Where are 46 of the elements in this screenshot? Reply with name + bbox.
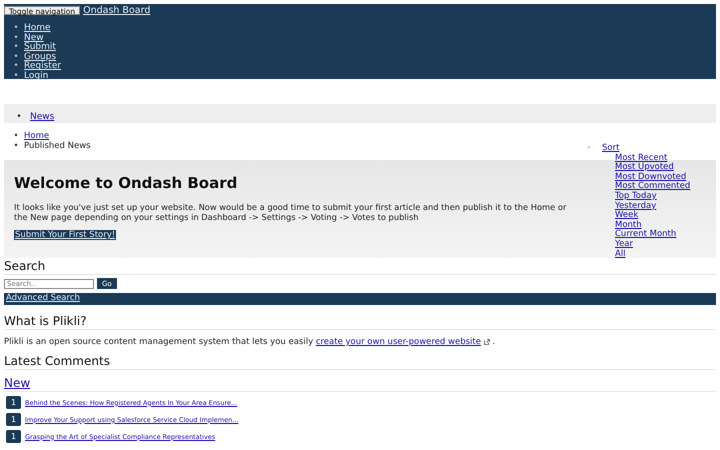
list-bullet: •: [12, 132, 20, 142]
nav-link[interactable]: Login: [24, 70, 48, 81]
list-bullet: •: [12, 43, 20, 53]
about-heading: What is Plikli?: [4, 313, 716, 330]
plikli-link[interactable]: create your own user-powered website: [316, 337, 481, 348]
nav-link[interactable]: Submit: [24, 42, 56, 52]
comments-heading: Latest Comments: [4, 353, 716, 370]
submit-story-button[interactable]: Submit Your First Story!: [14, 230, 116, 240]
sort-option[interactable]: Most Upvoted: [615, 163, 674, 173]
welcome-title: Welcome to Ondash Board: [14, 173, 238, 192]
list-bullet: •: [12, 142, 20, 152]
nav-link[interactable]: Home: [24, 23, 51, 33]
category-link[interactable]: News: [30, 112, 54, 122]
sort-option[interactable]: Most Commented: [615, 182, 690, 192]
sort-option[interactable]: All: [615, 250, 626, 260]
breadcrumb-current: Published News: [24, 140, 91, 151]
nav-link[interactable]: New: [24, 32, 44, 43]
breadcrumb-link[interactable]: Home: [24, 131, 50, 141]
sort-link[interactable]: Sort: [602, 143, 620, 153]
nav-link[interactable]: Groups: [24, 52, 56, 62]
sort-option[interactable]: Yesterday: [615, 202, 656, 212]
comment-count-badge: 1: [6, 413, 21, 426]
list-bullet: •: [12, 24, 20, 34]
new-comments-tab[interactable]: New: [4, 376, 30, 390]
list-bullet: •: [12, 34, 20, 44]
comment-count-badge: 1: [6, 430, 21, 444]
about-text: Plikli is an open source content management system that lets you easily: [4, 337, 314, 348]
advanced-search-link[interactable]: Advanced Search: [6, 293, 80, 304]
brand-link[interactable]: Ondash Board: [83, 5, 150, 16]
sort-option[interactable]: Top Today: [615, 192, 657, 202]
list-bullet: •: [12, 52, 20, 62]
comment-count-badge: 1: [6, 396, 21, 410]
sort-option[interactable]: Month: [615, 220, 642, 230]
sort-option[interactable]: Year: [615, 240, 633, 250]
external-link-icon: [484, 338, 490, 345]
list-bullet: •: [12, 72, 20, 82]
sort-option[interactable]: Week: [615, 211, 638, 221]
sort-option[interactable]: Most Downvoted: [615, 172, 686, 182]
period-text: .: [492, 337, 496, 348]
list-bullet: •: [12, 62, 20, 72]
sort-option[interactable]: Current Month: [615, 230, 676, 240]
search-heading: Search: [4, 258, 716, 276]
nav-link[interactable]: Register: [24, 61, 62, 72]
sort-option[interactable]: Most Recent: [615, 154, 668, 164]
welcome-text: It looks like you've just set up your website. Now would be a good time to submit your first article and then publish it to the Home or the New page depending on your settings in Dashboard -> Settings -> Voting -> Votes to publish: [14, 202, 568, 222]
list-bullet: •: [15, 112, 23, 122]
